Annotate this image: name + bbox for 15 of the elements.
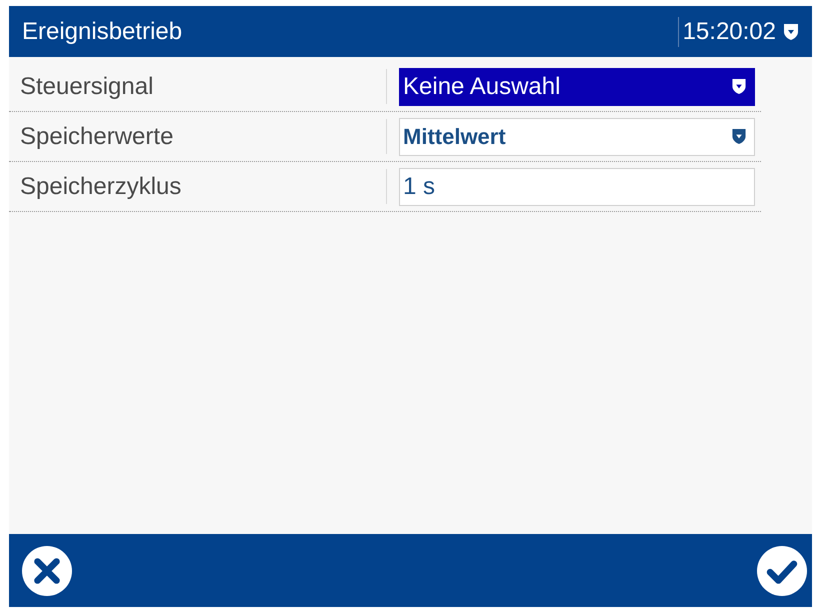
- field-label: Speicherwerte: [19, 122, 174, 152]
- caret-icon: [732, 129, 746, 144]
- field-label: Steuersignal: [19, 72, 154, 102]
- close-icon: [22, 546, 72, 596]
- dropdown-field[interactable]: Mittelwert: [399, 118, 755, 156]
- dropdown-icon[interactable]: [784, 24, 798, 40]
- input-field[interactable]: 1 s: [399, 168, 755, 206]
- checkmark-icon: [757, 546, 807, 596]
- confirm-button[interactable]: [757, 546, 807, 596]
- close-button[interactable]: [22, 546, 72, 596]
- screen-title: Ereignisbetrieb: [22, 16, 184, 46]
- dropdown-field[interactable]: Keine Auswahl: [399, 68, 755, 106]
- clock-time: 15:20:02: [682, 16, 776, 46]
- field-label: Speicherzyklus: [19, 172, 182, 202]
- caret-icon: [732, 79, 746, 94]
